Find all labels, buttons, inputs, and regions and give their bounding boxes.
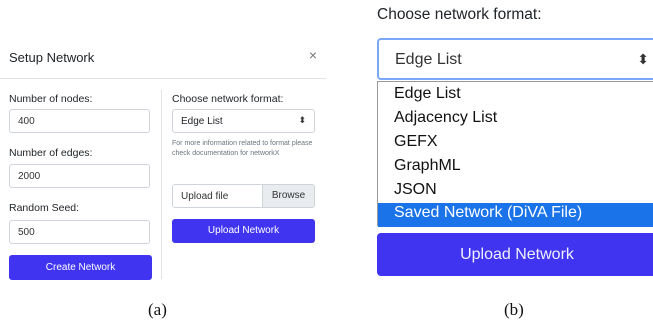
- caption-a: (a): [148, 300, 167, 319]
- format-select-value: Edge List: [181, 116, 223, 127]
- seed-input[interactable]: 500: [9, 220, 150, 244]
- format-select-value: Edge List: [395, 51, 462, 68]
- modal-title: Setup Network: [9, 50, 95, 65]
- chevron-up-down-icon: ⬍: [298, 115, 306, 125]
- column-divider: [161, 90, 162, 279]
- option-saved-network[interactable]: Saved Network (DiVA File): [378, 203, 653, 227]
- close-icon[interactable]: ×: [309, 47, 317, 63]
- option-edge-list[interactable]: Edge List: [378, 84, 653, 108]
- option-json[interactable]: JSON: [378, 180, 653, 204]
- file-upload-field[interactable]: Upload file Browse: [172, 184, 315, 208]
- nodes-label: Number of nodes:: [9, 93, 93, 105]
- create-network-button[interactable]: Create Network: [9, 255, 152, 280]
- edges-input[interactable]: 2000: [9, 164, 150, 188]
- upload-network-button[interactable]: Upload Network: [172, 219, 315, 243]
- setup-network-modal: Setup Network × Number of nodes: 400 Num…: [0, 38, 326, 284]
- format-select[interactable]: Edge List ⬍: [172, 109, 315, 133]
- browse-button[interactable]: Browse: [262, 185, 314, 207]
- option-graphml[interactable]: GraphML: [378, 156, 653, 180]
- upload-file-placeholder: Upload file: [181, 191, 229, 202]
- format-select[interactable]: Edge List ⬍: [377, 38, 653, 80]
- option-gefx[interactable]: GEFX: [378, 132, 653, 156]
- format-options-list: Edge List Adjacency List GEFX GraphML JS…: [377, 81, 653, 227]
- chevron-up-down-icon: ⬍: [637, 51, 649, 67]
- format-help-text: For more information related to format p…: [172, 140, 313, 157]
- format-label: Choose network format:: [377, 6, 542, 23]
- format-label: Choose network format:: [172, 93, 284, 105]
- nodes-input[interactable]: 400: [9, 109, 150, 133]
- edges-label: Number of edges:: [9, 147, 93, 159]
- option-adjacency-list[interactable]: Adjacency List: [378, 108, 653, 132]
- format-dropdown-panel: Choose network format: Edge List ⬍ Edge …: [371, 0, 653, 284]
- caption-b: (b): [504, 300, 524, 319]
- seed-label: Random Seed:: [9, 202, 80, 214]
- upload-network-button[interactable]: Upload Network: [377, 233, 653, 276]
- modal-header: Setup Network ×: [0, 38, 326, 79]
